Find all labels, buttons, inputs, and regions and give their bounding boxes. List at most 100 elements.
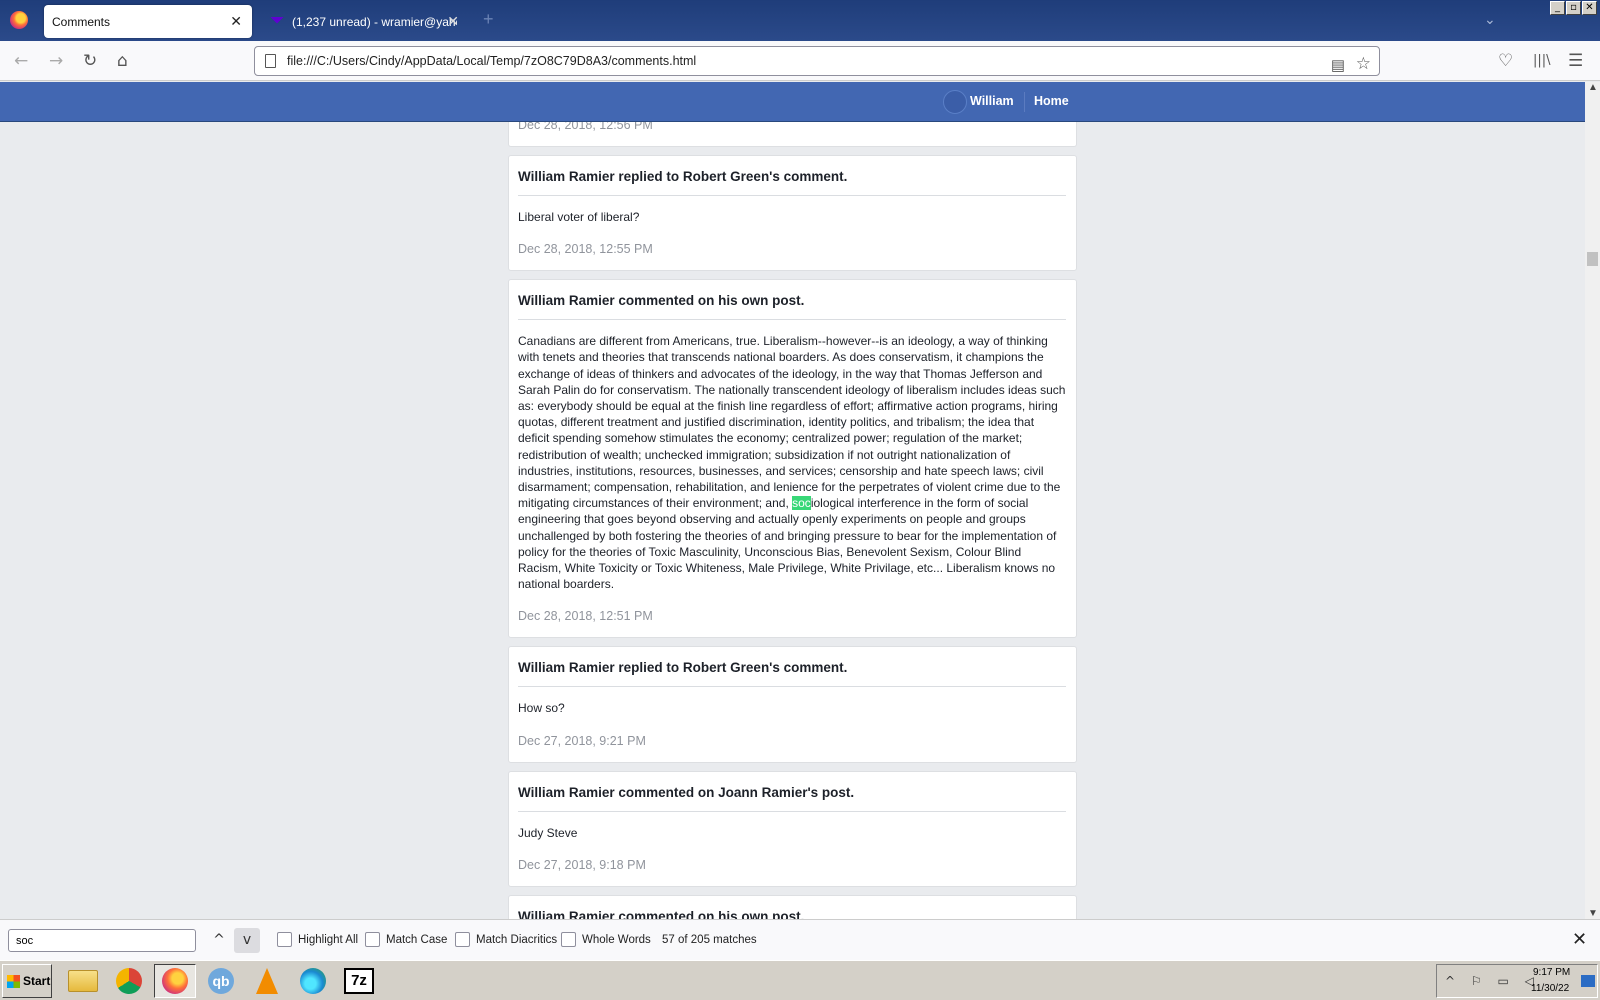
file-explorer-icon[interactable] xyxy=(62,964,104,998)
comment-card: William Ramier replied to Robert Green's… xyxy=(508,646,1077,763)
clock-time[interactable]: 9:17 PM xyxy=(1533,967,1570,978)
vlc-icon[interactable] xyxy=(246,964,288,998)
option-label: Match Diacritics xyxy=(476,933,558,946)
tab-close-icon[interactable]: ✕ xyxy=(447,13,459,30)
show-desktop-icon[interactable] xyxy=(1581,975,1595,987)
7zip-icon[interactable]: 7z xyxy=(338,964,380,998)
folder-shape xyxy=(68,970,98,992)
header-user-link[interactable]: William xyxy=(970,94,1014,108)
header-divider xyxy=(1024,92,1025,112)
tab-label: (1,237 unread) - wramier@yahoo... xyxy=(292,14,457,29)
tray-icons[interactable]: ^ ⚐ ▭ ◁ xyxy=(1445,974,1540,988)
chrome-logo xyxy=(116,968,142,994)
library-icon[interactable]: |||\ xyxy=(1533,53,1551,68)
menu-hamburger-icon[interactable]: ☰ xyxy=(1568,51,1583,71)
avatar[interactable] xyxy=(943,90,967,114)
7zip-logo: 7z xyxy=(344,968,374,994)
tab-close-icon[interactable]: ✕ xyxy=(230,13,242,30)
comment-card: William Ramier commented on his own post… xyxy=(508,894,1077,919)
comment-title: William Ramier replied to Robert Green's… xyxy=(518,647,1066,688)
match-case-checkbox[interactable]: Match Case xyxy=(365,932,447,947)
windows-flag-icon xyxy=(7,975,20,988)
tab-bar: Comments ✕ (1,237 unread) - wramier@yaho… xyxy=(0,0,1600,41)
checkbox-box[interactable] xyxy=(561,932,576,947)
address-bar[interactable]: file:///C:/Users/Cindy/AppData/Local/Tem… xyxy=(254,46,1380,76)
checkbox-box[interactable] xyxy=(277,932,292,947)
comment-body: How so? xyxy=(518,701,565,716)
qbittorrent-logo: qb xyxy=(208,968,234,994)
find-match-count: 57 of 205 matches xyxy=(662,934,757,946)
system-tray: ^ ⚐ ▭ ◁ 9:17 PM 11/30/22 xyxy=(1436,964,1598,998)
find-bar: ^ v Highlight All Match Case Match Diacr… xyxy=(0,919,1600,960)
tab-yahoo-mail[interactable]: (1,237 unread) - wramier@yahoo... ✕ xyxy=(262,5,467,38)
home-icon[interactable]: ⌂ xyxy=(117,51,128,71)
navigation-toolbar: ← → ↻ ⌂ file:///C:/Users/Cindy/AppData/L… xyxy=(0,41,1600,81)
scrollbar-thumb[interactable] xyxy=(1587,252,1598,266)
edge-logo xyxy=(300,968,326,994)
comment-body: Liberal voter of liberal? xyxy=(518,210,640,224)
minimize-button[interactable]: _ xyxy=(1550,1,1565,15)
firefox-logo xyxy=(162,968,188,994)
comment-date: Dec 28, 2018, 12:56 PM xyxy=(518,122,653,132)
forward-arrow-icon[interactable]: → xyxy=(49,51,63,71)
chrome-icon[interactable] xyxy=(108,964,150,998)
comment-title: William Ramier replied to Robert Green's… xyxy=(518,156,1066,196)
find-input[interactable] xyxy=(8,929,196,952)
comment-date: Dec 27, 2018, 9:18 PM xyxy=(518,857,646,872)
comment-title: William Ramier commented on his own post… xyxy=(518,908,805,919)
comment-body: Judy Steve xyxy=(518,825,578,840)
tab-list-chevron-icon[interactable]: ⌄ xyxy=(1484,11,1496,28)
option-label: Whole Words xyxy=(582,933,651,946)
comment-card: William Ramier commented on his own post… xyxy=(508,279,1077,639)
comment-feed: Dec 28, 2018, 12:56 PM William Ramier re… xyxy=(508,122,1077,919)
close-window-button[interactable]: ✕ xyxy=(1582,1,1597,15)
url-text: file:///C:/Users/Cindy/AppData/Local/Tem… xyxy=(287,54,697,68)
back-arrow-icon[interactable]: ← xyxy=(14,51,28,71)
match-diacritics-checkbox[interactable]: Match Diacritics xyxy=(455,932,557,947)
checkbox-box[interactable] xyxy=(455,932,470,947)
find-close-icon[interactable]: ✕ xyxy=(1572,929,1587,950)
tab-label: Comments xyxy=(52,14,111,29)
yahoo-mail-icon xyxy=(270,16,284,24)
scroll-up-icon[interactable]: ▲ xyxy=(1588,82,1598,93)
find-previous-button[interactable]: ^ xyxy=(206,928,232,953)
comment-card: William Ramier commented on Joann Ramier… xyxy=(508,770,1077,887)
comment-card: Dec 28, 2018, 12:56 PM xyxy=(508,122,1077,147)
whole-words-checkbox[interactable]: Whole Words xyxy=(561,932,651,947)
option-label: Highlight All xyxy=(298,933,359,946)
comment-text: Canadians are different from Americans, … xyxy=(518,334,1066,511)
scroll-down-icon[interactable]: ▼ xyxy=(1588,908,1598,919)
comment-title: William Ramier commented on Joann Ramier… xyxy=(518,772,1066,812)
find-match-highlight: soc xyxy=(792,496,811,511)
vlc-cone xyxy=(256,968,278,994)
edge-icon[interactable] xyxy=(292,964,334,998)
comment-date: Dec 28, 2018, 12:51 PM xyxy=(518,609,653,624)
start-label: Start xyxy=(23,974,51,988)
bookmark-star-icon[interactable]: ☆ xyxy=(1356,50,1371,78)
page-icon xyxy=(265,54,276,68)
header-home-link[interactable]: Home xyxy=(1034,94,1069,108)
pocket-icon[interactable]: ♡ xyxy=(1498,51,1513,71)
clock-date[interactable]: 11/30/22 xyxy=(1531,983,1569,994)
checkbox-box[interactable] xyxy=(365,932,380,947)
start-button[interactable]: Start xyxy=(2,964,52,998)
reload-icon[interactable]: ↻ xyxy=(83,51,97,71)
find-next-button[interactable]: v xyxy=(234,928,260,953)
vertical-scrollbar[interactable]: ▲ ▼ xyxy=(1585,82,1600,919)
new-tab-button[interactable]: + xyxy=(483,9,494,30)
qbittorrent-icon[interactable]: qb xyxy=(200,964,242,998)
site-header: William Home xyxy=(0,82,1585,122)
comment-title: William Ramier commented on his own post… xyxy=(518,280,1066,321)
firefox-icon[interactable] xyxy=(154,964,196,998)
comment-card: William Ramier replied to Robert Green's… xyxy=(508,155,1077,272)
tab-comments[interactable]: Comments ✕ xyxy=(44,5,252,38)
firefox-logo-icon[interactable] xyxy=(10,11,28,29)
reader-view-icon[interactable]: ▤ xyxy=(1331,52,1345,80)
comment-date: Dec 27, 2018, 9:21 PM xyxy=(518,733,646,748)
comment-text: iological interference in the form of so… xyxy=(518,496,1057,592)
taskbar: Start qb 7z ^ ⚐ ▭ ◁ 9:17 PM 11/30/22 xyxy=(0,960,1600,1000)
maximize-button[interactable]: ▫ xyxy=(1566,1,1581,15)
page-content[interactable]: Dec 28, 2018, 12:56 PM William Ramier re… xyxy=(0,122,1585,919)
highlight-all-checkbox[interactable]: Highlight All xyxy=(277,932,358,947)
option-label: Match Case xyxy=(386,933,448,946)
